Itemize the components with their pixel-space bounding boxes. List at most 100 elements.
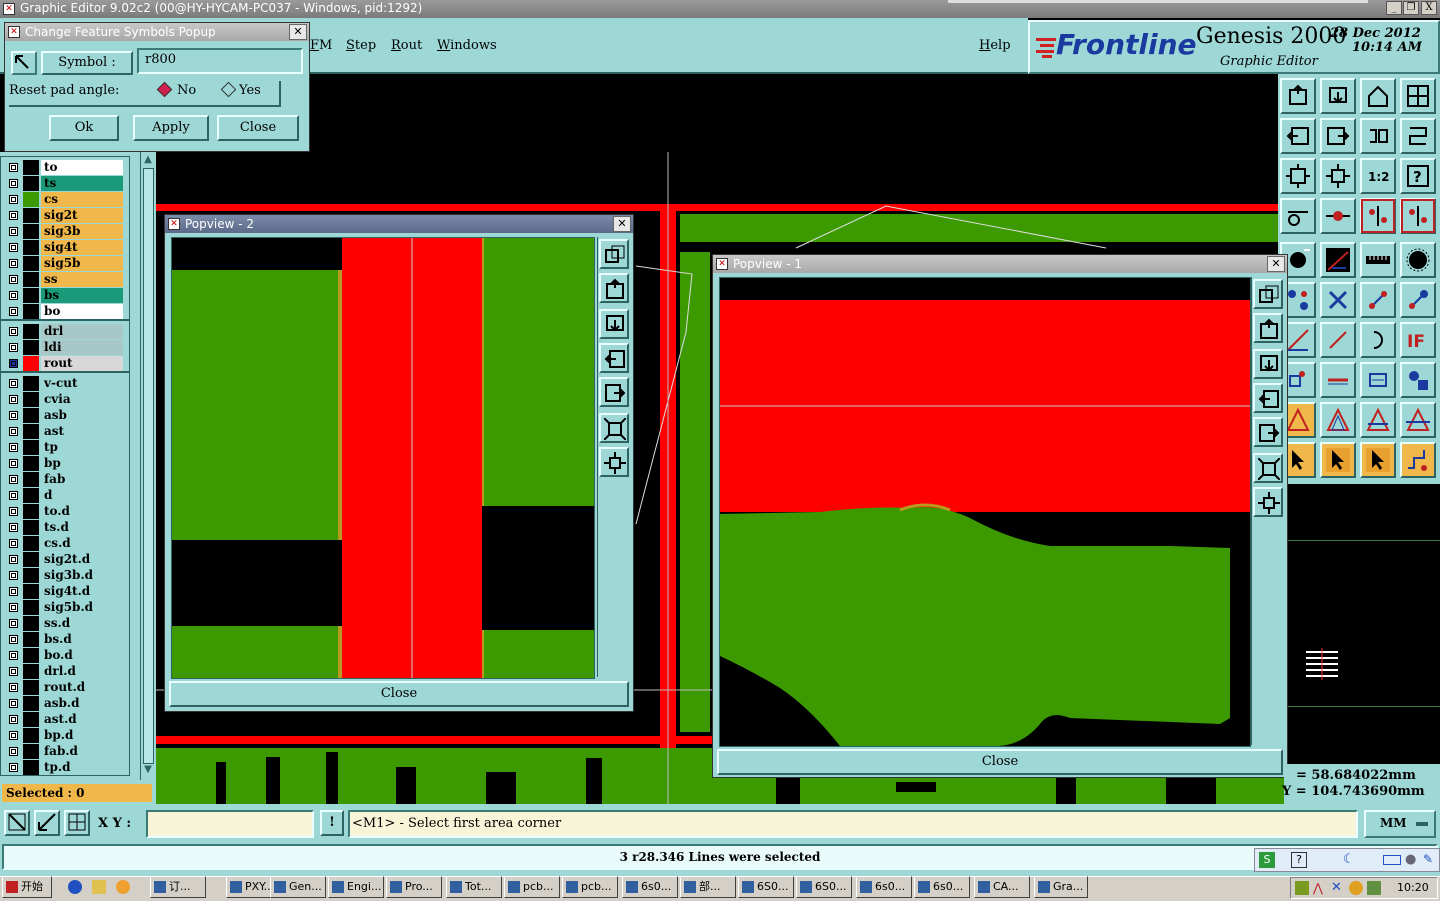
layer-checkbox[interactable] [9,523,18,532]
ok-button[interactable]: Ok [49,115,119,141]
help-question-icon[interactable]: ? [1400,158,1436,194]
layer-name[interactable]: sig2t.d [41,552,123,567]
menu-windows[interactable]: Windows [437,38,497,53]
start-button[interactable]: 开始 [2,876,52,898]
pan-left-icon[interactable] [1280,118,1316,154]
triangle-outline-icon[interactable] [1320,402,1356,438]
ime-wrench-icon[interactable]: ✎ [1423,852,1437,868]
layer-checkbox[interactable] [9,291,18,300]
layer-row[interactable]: drl.d [5,664,123,679]
xy-input[interactable] [146,810,314,838]
layer-checkbox[interactable] [9,411,18,420]
layer-checkbox[interactable] [9,179,18,188]
layer-row[interactable]: sig3b [5,224,123,239]
taskbar-task[interactable]: Tot... [446,876,502,898]
layer-color-swatch[interactable] [23,520,39,535]
layer-checkbox[interactable] [9,275,18,284]
layer-color-swatch[interactable] [23,256,39,271]
restore-button[interactable]: ❐ [1403,1,1419,15]
text-icon[interactable]: IF [1400,322,1436,358]
surface-icon[interactable] [1400,242,1436,278]
info-icon[interactable]: ! [320,810,344,836]
layer-row[interactable]: sig2t.d [5,552,123,567]
layer-name[interactable]: sig5b [41,256,123,271]
scale-1-2-icon[interactable]: 1:2 [1360,158,1396,194]
layer-color-swatch[interactable] [23,760,39,775]
layer-color-swatch[interactable] [23,424,39,439]
layer-checkbox[interactable] [9,211,18,220]
layer-name[interactable]: drl.d [41,664,123,679]
layer-color-swatch[interactable] [23,728,39,743]
taskbar-task[interactable]: 6S0... [738,876,794,898]
layer-name[interactable]: ast.d [41,712,123,727]
layer-name[interactable]: sig4t.d [41,584,123,599]
layer-checkbox[interactable] [9,259,18,268]
layer-color-swatch[interactable] [23,192,39,207]
measure-icon[interactable] [1280,198,1316,234]
quicklaunch-media-icon[interactable] [116,880,130,894]
layer-row[interactable]: to.d [5,504,123,519]
scroll-thumb[interactable] [143,168,154,764]
popview-1-home-icon[interactable] [1253,313,1283,343]
layer-name[interactable]: bs [41,288,123,303]
arc-icon[interactable] [1360,322,1396,358]
layer-name[interactable]: ts.d [41,520,123,535]
layer-color-swatch[interactable] [23,272,39,287]
layer-color-swatch[interactable] [23,160,39,175]
layer-name[interactable]: tp [41,440,123,455]
layer-checkbox[interactable] [9,539,18,548]
layer-name[interactable]: asb [41,408,123,423]
layer-row[interactable]: sig5b [5,256,123,271]
popview-2-zoom-icon[interactable] [599,447,629,477]
popview-1-close-button[interactable]: Close [717,749,1283,775]
layer-row[interactable]: sig4t.d [5,584,123,599]
layer-checkbox[interactable] [9,475,18,484]
popview-1-fit-icon[interactable] [1253,453,1283,483]
diagonal-icon[interactable] [1320,322,1356,358]
layer-name[interactable]: sig4t [41,240,123,255]
popup-close-icon[interactable]: ✕ [289,24,307,40]
split-view-icon[interactable] [1400,78,1436,114]
taskbar-task[interactable]: Engi... [328,876,384,898]
taskbar-task[interactable]: 6s0... [856,876,912,898]
layer-checkbox[interactable] [9,587,18,596]
layer-name[interactable]: fab.d [41,744,123,759]
pan-right-icon[interactable] [1320,118,1356,154]
taskbar-task[interactable]: 6s0... [914,876,970,898]
layer-name[interactable]: bp [41,456,123,471]
popview-2-fit-icon[interactable] [599,413,629,443]
symbol-label[interactable]: Symbol : [41,51,133,75]
layer-checkbox[interactable] [9,667,18,676]
layer-checkbox[interactable] [9,619,18,628]
quicklaunch-folder-icon[interactable] [92,880,106,894]
layer-row[interactable]: cs [5,192,123,207]
popview-1-right-icon[interactable] [1253,417,1283,447]
layer-scrollbar[interactable]: ▲ ▼ [140,152,155,780]
scroll-up-icon[interactable]: ▲ [142,154,154,166]
layer-checkbox[interactable] [9,683,18,692]
layer-row[interactable]: ast.d [5,712,123,727]
layer-row[interactable]: sig5b.d [5,600,123,615]
layer-row[interactable]: asb [5,408,123,423]
layer-row[interactable]: bp [5,456,123,471]
layer-name[interactable]: drl [41,324,123,339]
scroll-down-icon[interactable]: ▼ [142,764,154,776]
layer-checkbox[interactable] [9,343,18,352]
layer-row[interactable]: ss [5,272,123,287]
taskbar-task[interactable]: 6s0... [622,876,678,898]
zoom-down-icon[interactable] [1320,78,1356,114]
layer-color-swatch[interactable] [23,744,39,759]
layer-color-swatch[interactable] [23,456,39,471]
tray-network-icon[interactable] [1295,881,1309,895]
layer-name[interactable]: d [41,488,123,503]
layer-checkbox[interactable] [9,571,18,580]
layer-checkbox[interactable] [9,395,18,404]
layer-color-swatch[interactable] [23,616,39,631]
ime-help-icon[interactable]: ? [1291,852,1307,868]
layer-name[interactable]: bp.d [41,728,123,743]
layer-checkbox[interactable] [9,163,18,172]
taskbar-task[interactable]: 订... [150,876,206,898]
triangle-cross-icon[interactable] [1400,402,1436,438]
layer-checkbox[interactable] [9,507,18,516]
layer-name[interactable]: sig2t [41,208,123,223]
